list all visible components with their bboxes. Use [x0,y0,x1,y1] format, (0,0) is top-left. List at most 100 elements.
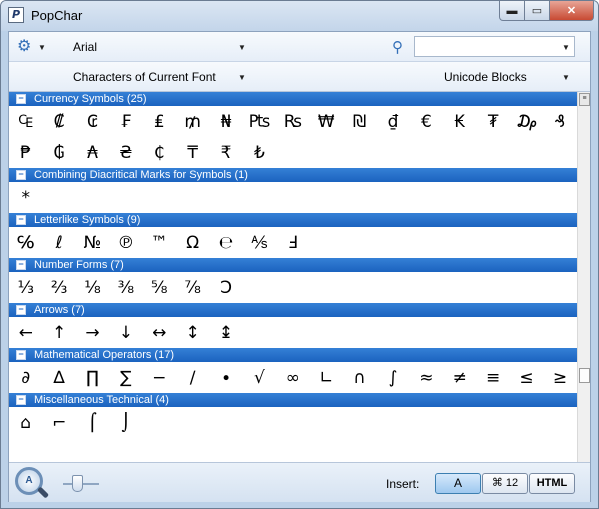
section-header[interactable]: − Number Forms (7) [9,258,577,272]
insert-unicode-button[interactable]: ⌘ 12 [482,473,528,494]
char-cell[interactable]: ∩ [343,368,376,388]
scrollbar-menu-icon[interactable]: ≡ [579,93,590,106]
section-header[interactable]: − Combining Diacritical Marks for Symbols… [9,168,577,182]
char-cell[interactable]: € [410,112,443,132]
char-cell[interactable]: ∟ [310,368,343,388]
char-cell[interactable]: ₪ [343,112,376,132]
char-cell[interactable]: → [76,323,109,343]
minimize-button[interactable]: ▬ [499,1,525,21]
char-cell[interactable]: ₩ [310,112,343,132]
char-cell[interactable]: ™ [143,233,176,253]
char-cell[interactable]: ₲ [42,143,75,163]
char-cell[interactable]: ∂ [9,368,42,388]
char-cell[interactable]: ℓ [42,233,75,253]
char-cell[interactable]: ⌂ [9,413,42,433]
search-chevron-down-icon[interactable]: ▼ [562,43,570,52]
char-cell[interactable]: ₮ [476,112,509,132]
section-header[interactable]: − Miscellaneous Technical (4) [9,393,577,407]
char-cell[interactable]: ₥ [176,112,209,132]
char-cell[interactable]: ₡ [42,112,75,132]
char-cell[interactable]: √ [243,368,276,388]
char-cell[interactable]: ⅔ [42,278,75,298]
char-cell[interactable]: ⅜ [109,278,142,298]
section-header[interactable]: − Letterlike Symbols (9) [9,213,577,227]
char-cell[interactable]: ₸ [176,143,209,163]
char-cell[interactable]: ₺ [243,143,276,163]
char-cell[interactable]: ₣ [109,112,142,132]
collapse-icon[interactable]: − [16,395,26,405]
char-cell[interactable]: ∫ [376,368,409,388]
char-cell[interactable]: ⅞ [176,278,209,298]
char-cell[interactable]: ∕ [176,368,209,388]
char-cell[interactable]: ₫ [376,112,409,132]
collapse-icon[interactable]: − [16,260,26,270]
char-cell[interactable]: ₴ [109,143,142,163]
gear-icon[interactable]: ⚙ [17,38,31,56]
size-slider-thumb[interactable] [72,475,83,492]
char-cell[interactable]: ⅛ [76,278,109,298]
char-cell[interactable]: ↕ [176,323,209,343]
char-cell[interactable]: ₯ [510,112,543,132]
char-cell[interactable]: ⅝ [143,278,176,298]
char-cell[interactable]: ≠ [443,368,476,388]
vertical-scrollbar[interactable]: ≡ [577,92,590,462]
char-cell[interactable]: ⌐ [42,413,75,433]
char-cell[interactable]: ∆ [42,368,75,388]
blocks-selector[interactable]: Unicode Blocks [444,70,527,84]
char-cell[interactable]: ⌡ [109,413,142,433]
char-cell[interactable]: ℗ [109,233,142,253]
font-selector[interactable]: Arial [73,40,97,54]
char-cell[interactable]: ≡ [476,368,509,388]
collapse-icon[interactable]: − [16,170,26,180]
char-cell[interactable]: ⅍ [243,233,276,253]
char-cell[interactable]: ∑ [109,368,142,388]
char-cell[interactable]: ⌠ [76,413,109,433]
char-cell[interactable]: ∙ [209,368,242,388]
char-cell[interactable]: ∏ [76,368,109,388]
font-chevron-down-icon[interactable]: ▼ [238,43,246,52]
char-cell[interactable]: ₹ [209,143,242,163]
char-cell[interactable]: ≈ [410,368,443,388]
section-header[interactable]: − Currency Symbols (25) [9,92,577,106]
collapse-icon[interactable]: − [16,305,26,315]
char-cell[interactable]: ₳ [76,143,109,163]
insert-html-button[interactable]: HTML [529,473,575,494]
char-cell[interactable]: * [9,188,42,208]
char-cell[interactable]: ∞ [276,368,309,388]
char-cell[interactable]: ₨ [276,112,309,132]
settings-chevron-down-icon[interactable]: ▼ [38,43,46,52]
char-cell[interactable]: Ⅎ [276,233,309,253]
char-cell[interactable]: ℮ [209,233,242,253]
char-cell[interactable]: ≤ [510,368,543,388]
char-cell[interactable]: ↔ [143,323,176,343]
collapse-icon[interactable]: − [16,350,26,360]
char-cell[interactable]: ₤ [143,112,176,132]
char-cell[interactable]: № [76,233,109,253]
section-header[interactable]: − Mathematical Operators (17) [9,348,577,362]
scrollbar-thumb[interactable] [579,368,590,383]
search-input[interactable] [414,36,575,57]
view-selector[interactable]: Characters of Current Font [73,70,216,84]
char-cell[interactable]: ₦ [209,112,242,132]
char-cell[interactable]: ₠ [9,112,42,132]
char-cell[interactable]: ₰ [543,112,576,132]
close-button[interactable]: ✕ [550,1,594,21]
char-cell[interactable]: ₱ [9,143,42,163]
char-cell[interactable]: ₧ [243,112,276,132]
char-cell[interactable]: ↑ [42,323,75,343]
char-cell[interactable]: Ω [176,233,209,253]
char-cell[interactable]: ↓ [109,323,142,343]
title-bar[interactable]: P PopChar ▬ ▭ ✕ [1,1,598,31]
char-cell[interactable]: ₢ [76,112,109,132]
char-cell[interactable]: ↨ [209,323,242,343]
char-cell[interactable]: Ↄ [209,278,242,298]
char-cell[interactable]: ← [9,323,42,343]
view-chevron-down-icon[interactable]: ▼ [238,73,246,82]
char-cell[interactable]: ℅ [9,233,42,253]
collapse-icon[interactable]: − [16,215,26,225]
char-cell[interactable]: ⅓ [9,278,42,298]
blocks-chevron-down-icon[interactable]: ▼ [562,73,570,82]
section-header[interactable]: − Arrows (7) [9,303,577,317]
char-cell[interactable]: ₭ [443,112,476,132]
char-cell[interactable]: ₵ [143,143,176,163]
